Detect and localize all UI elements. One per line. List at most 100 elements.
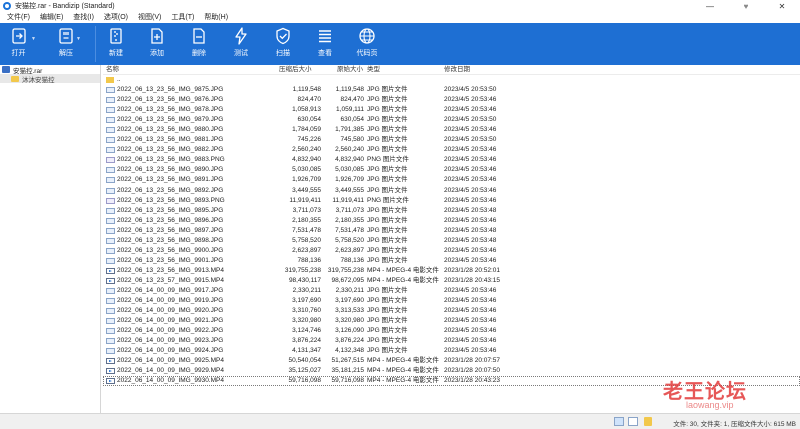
file-row[interactable]: 2022_06_13_23_56_IMG_9883.PNG 4,832,940 4,… xyxy=(103,155,800,165)
file-row[interactable]: 2022_06_13_23_56_IMG_9893.PNG 11,919,411 1… xyxy=(103,196,800,206)
scan-button[interactable]: 扫描 xyxy=(262,23,304,65)
archive-icon xyxy=(2,66,10,73)
view-button[interactable]: 查看 xyxy=(304,23,346,65)
file-row[interactable]: 2022_06_14_00_09_IMG_9921.JPG 3,320,980 3,… xyxy=(103,316,800,326)
column-header-name[interactable]: 名称 xyxy=(106,65,266,75)
file-type: JPG 图片文件 xyxy=(367,317,408,325)
file-type: JPG 图片文件 xyxy=(367,286,408,294)
tree-item-folder[interactable]: 沐沐安猫控 xyxy=(0,74,100,84)
file-modified: 2023/4/5 20:53:46 xyxy=(444,196,497,204)
file-original-size: 2,560,240 xyxy=(335,146,364,154)
file-name: 2022_06_14_00_09_IMG_9922.JPG xyxy=(117,327,224,335)
file-row[interactable]: 2022_06_14_00_09_IMG_9922.JPG 3,124,746 3,… xyxy=(103,326,800,336)
file-name: 2022_06_13_23_56_IMG_9901.JPG xyxy=(117,256,224,264)
file-row[interactable]: 2022_06_13_23_56_IMG_9879.JPG 630,054 630,… xyxy=(103,115,800,125)
menu-find[interactable]: 查找(I) xyxy=(68,12,99,23)
jpg-file-icon xyxy=(106,257,115,264)
file-row[interactable]: 2022_06_13_23_56_IMG_9890.JPG 5,030,085 5,… xyxy=(103,165,800,175)
file-name: 2022_06_13_23_56_IMG_9892.JPG xyxy=(117,186,224,194)
add-button[interactable]: 添加 xyxy=(136,23,178,65)
lock-icon[interactable] xyxy=(644,417,652,426)
file-name: 2022_06_14_00_09_IMG_9923.JPG xyxy=(117,337,224,345)
file-row[interactable]: 2022_06_13_23_56_IMG_9901.JPG 788,136 788,… xyxy=(103,256,800,266)
window-title: 安猫控.rar - Bandizip (Standard) xyxy=(15,3,115,10)
file-row[interactable]: 2022_06_13_23_56_IMG_9896.JPG 2,180,355 2,… xyxy=(103,216,800,226)
file-row[interactable]: 2022_06_13_23_56_IMG_9875.JPG 1,119,548 1,… xyxy=(103,85,800,95)
file-original-size: 59,716,098 xyxy=(331,377,364,385)
file-type: JPG 图片文件 xyxy=(367,136,408,144)
menu-options[interactable]: 选项(O) xyxy=(99,12,133,23)
file-row[interactable]: 2022_06_13_23_56_IMG_9913.MP4 319,755,238… xyxy=(103,266,800,276)
delete-button[interactable]: 删除 xyxy=(178,23,220,65)
file-name: 2022_06_14_00_09_IMG_9921.JPG xyxy=(117,317,224,325)
bandizip-app-icon xyxy=(3,2,11,10)
file-row[interactable]: 2022_06_13_23_56_IMG_9881.JPG 745,226 745,… xyxy=(103,135,800,145)
details-view-toggle-icon[interactable] xyxy=(614,417,624,426)
file-row[interactable]: 2022_06_13_23_57_IMG_9915.MP4 98,430,117 9… xyxy=(103,276,800,286)
jpg-file-icon xyxy=(106,227,115,234)
file-row[interactable]: 2022_06_13_23_56_IMG_9900.JPG 2,623,897 2,… xyxy=(103,246,800,256)
file-row[interactable]: 2022_06_14_00_09_IMG_9924.JPG 4,131,347 4,… xyxy=(103,346,800,356)
lightning-icon xyxy=(235,27,247,45)
file-name: 2022_06_13_23_56_IMG_9876.JPG xyxy=(117,96,224,104)
file-row[interactable]: 2022_06_13_23_56_IMG_9876.JPG 824,470 824,… xyxy=(103,95,800,105)
jpg-file-icon xyxy=(106,237,115,244)
test-button[interactable]: 测试 xyxy=(220,23,262,65)
open-archive-icon xyxy=(11,28,26,44)
tree-view-toggle-icon[interactable] xyxy=(628,417,638,426)
file-row[interactable]: 2022_06_13_23_56_IMG_9892.JPG 3,449,555 3,… xyxy=(103,186,800,196)
new-button[interactable]: 新建 xyxy=(96,23,136,65)
file-type: JPG 图片文件 xyxy=(367,96,408,104)
menu-view[interactable]: 视图(V) xyxy=(133,12,166,23)
jpg-file-icon xyxy=(106,177,115,184)
codepage-button[interactable]: 代码页 xyxy=(346,23,388,65)
file-row[interactable]: 2022_06_13_23_56_IMG_9898.JPG 5,758,520 5,… xyxy=(103,236,800,246)
toolbar: 打开 ▼ 解压 ▼ 新建 添加 删除 测试 扫描 查看 代码页 xyxy=(0,23,800,65)
file-type: JPG 图片文件 xyxy=(367,256,408,264)
menu-tools[interactable]: 工具(T) xyxy=(166,12,199,23)
file-original-size: 319,755,238 xyxy=(327,266,364,274)
file-modified: 2023/4/5 20:53:46 xyxy=(444,286,497,294)
file-modified: 2023/4/5 20:53:46 xyxy=(444,96,497,104)
parent-folder-row[interactable]: .. xyxy=(103,75,800,85)
column-header-modified[interactable]: 修改日期 xyxy=(444,65,524,75)
jpg-file-icon xyxy=(106,247,115,254)
close-button[interactable]: ✕ xyxy=(764,0,800,12)
file-list[interactable]: 名称 压缩后大小 原始大小 类型 修改日期 .. 2022_06_13_23_5… xyxy=(103,65,800,413)
new-archive-icon xyxy=(110,28,122,44)
open-button[interactable]: 打开 ▼ xyxy=(0,23,37,65)
file-original-size: 7,531,478 xyxy=(335,226,364,234)
menu-file[interactable]: 文件(F) xyxy=(2,12,35,23)
file-name: 2022_06_14_00_09_IMG_9924.JPG xyxy=(117,347,224,355)
file-row[interactable]: 2022_06_13_23_56_IMG_9897.JPG 7,531,478 7,… xyxy=(103,226,800,236)
file-row[interactable]: 2022_06_13_23_56_IMG_9878.JPG 1,058,913 1,… xyxy=(103,105,800,115)
file-type: JPG 图片文件 xyxy=(367,116,408,124)
file-original-size: 2,330,211 xyxy=(335,286,364,294)
minimize-button[interactable]: — xyxy=(692,0,728,12)
file-name: 2022_06_14_00_09_IMG_9929.MP4 xyxy=(117,367,224,375)
file-row[interactable]: 2022_06_14_00_09_IMG_9920.JPG 3,310,760 3,… xyxy=(103,306,800,316)
file-row[interactable]: 2022_06_14_00_09_IMG_9925.MP4 50,540,054 5… xyxy=(103,356,800,366)
extract-dropdown-icon[interactable]: ▼ xyxy=(76,36,81,42)
extract-button[interactable]: 解压 ▼ xyxy=(37,23,95,65)
file-row[interactable]: 2022_06_14_00_09_IMG_9917.JPG 2,330,211 2,… xyxy=(103,286,800,296)
file-modified: 2023/4/5 20:53:46 xyxy=(444,216,497,224)
file-type: JPG 图片文件 xyxy=(367,146,408,154)
file-row[interactable]: 2022_06_14_00_09_IMG_9919.JPG 3,197,690 3,… xyxy=(103,296,800,306)
folder-tree[interactable]: 安猫控.rar 沐沐安猫控 xyxy=(0,65,101,413)
file-row[interactable]: 2022_06_13_23_56_IMG_9895.JPG 3,711,073 3,… xyxy=(103,206,800,216)
file-type: JPG 图片文件 xyxy=(367,86,408,94)
file-row[interactable]: 2022_06_13_23_56_IMG_9891.JPG 1,926,709 1,… xyxy=(103,175,800,185)
menu-edit[interactable]: 编辑(E) xyxy=(35,12,68,23)
file-row[interactable]: 2022_06_13_23_56_IMG_9880.JPG 1,784,059 1,… xyxy=(103,125,800,135)
file-row[interactable]: 2022_06_13_23_56_IMG_9882.JPG 2,560,240 2,… xyxy=(103,145,800,155)
mp4-file-icon xyxy=(106,358,115,365)
menu-help[interactable]: 帮助(H) xyxy=(199,12,233,23)
favorite-heart-icon[interactable]: ♥ xyxy=(728,0,764,12)
file-name: 2022_06_13_23_56_IMG_9890.JPG xyxy=(117,166,224,174)
open-dropdown-icon[interactable]: ▼ xyxy=(31,36,36,42)
file-row[interactable]: 2022_06_14_00_09_IMG_9923.JPG 3,876,224 3,… xyxy=(103,336,800,346)
file-name: 2022_06_13_23_56_IMG_9913.MP4 xyxy=(117,266,224,274)
column-header-type[interactable]: 类型 xyxy=(367,65,447,75)
file-original-size: 788,136 xyxy=(340,256,365,264)
